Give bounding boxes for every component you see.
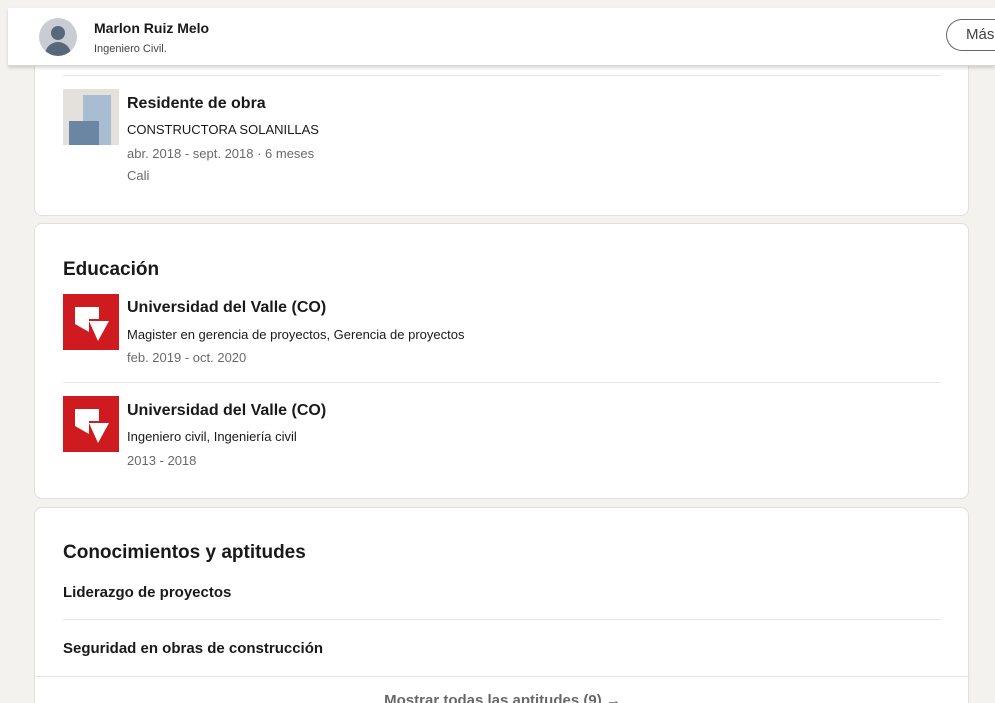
profile-headline: Ingeniero Civil. [94, 43, 167, 55]
education-school[interactable]: Universidad del Valle (CO) [127, 299, 326, 317]
education-degree: Ingeniero civil, Ingeniería civil [127, 429, 297, 444]
experience-company: CONSTRUCTORA SOLANILLAS [127, 122, 319, 137]
skill-item[interactable]: Liderazgo de proyectos [63, 584, 231, 601]
divider [35, 676, 970, 677]
divider [63, 382, 941, 383]
experience-location: Cali [127, 168, 150, 183]
skills-card: Conocimientos y aptitudes Liderazgo de p… [34, 507, 970, 703]
show-all-skills-button[interactable]: Mostrar todas las aptitudes (9) → [35, 692, 970, 703]
education-card: Educación Universidad del Valle (CO) Mag… [34, 223, 969, 499]
education-dates: 2013 - 2018 [127, 453, 197, 468]
divider [63, 75, 941, 76]
experience-title[interactable]: Residente de obra [127, 95, 266, 113]
divider [63, 619, 941, 620]
logo-shape [69, 121, 99, 145]
profile-sticky-header: Marlon Ruiz Melo Ingeniero Civil. Más [8, 8, 995, 66]
education-dates: feb. 2019 - oct. 2020 [127, 350, 247, 365]
skills-section-title: Conocimientos y aptitudes [63, 542, 306, 563]
avatar[interactable] [39, 18, 77, 56]
university-logo[interactable] [63, 396, 119, 452]
univalle-logo-icon [75, 307, 109, 341]
university-logo[interactable] [63, 294, 119, 350]
experience-card: Residente de obra CONSTRUCTORA SOLANILLA… [34, 40, 969, 216]
experience-dates: abr. 2018 - sept. 2018 · 6 meses [127, 146, 315, 161]
more-button[interactable]: Más [946, 19, 995, 51]
avatar-head-shape [51, 26, 65, 40]
profile-name: Marlon Ruiz Melo [94, 20, 210, 36]
univalle-logo-icon [75, 409, 109, 443]
education-school[interactable]: Universidad del Valle (CO) [127, 402, 326, 420]
education-degree: Magister en gerencia de proyectos, Geren… [127, 327, 465, 342]
skill-item[interactable]: Seguridad en obras de construcción [63, 640, 323, 657]
education-section-title: Educación [63, 259, 160, 280]
avatar-body-shape [45, 42, 71, 56]
company-logo[interactable] [63, 89, 119, 145]
